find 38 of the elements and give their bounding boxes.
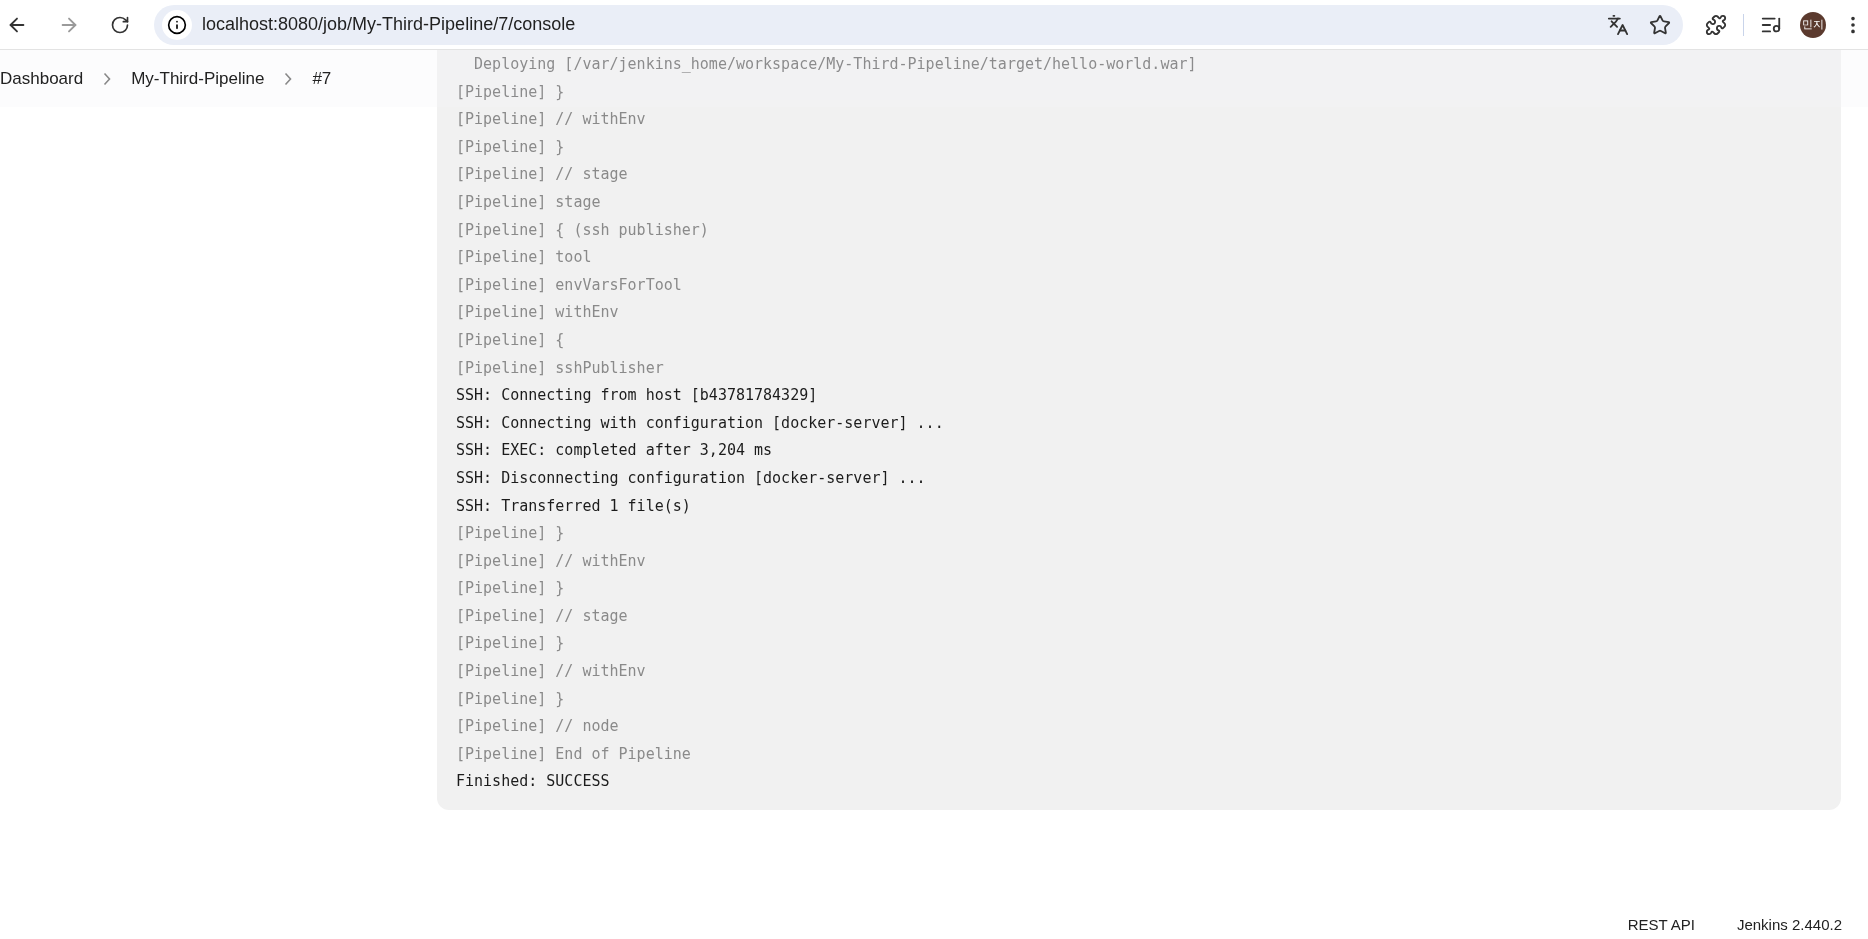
console-line: SSH: Disconnecting configuration [docker-server] ...	[456, 467, 927, 489]
console-line: [Pipeline] }	[456, 688, 566, 710]
address-bar[interactable]: localhost:8080/job/My-Third-Pipeline/7/console	[154, 4, 1684, 45]
console-line: SSH: Connecting with configuration [docker-server] ...	[456, 412, 945, 434]
breadcrumb-link[interactable]: Dashboard	[0, 68, 84, 89]
info-icon[interactable]	[162, 9, 192, 40]
console-line: SSH: Connecting from host [b43781784329]	[456, 385, 819, 407]
console-line: [Pipeline] // stage	[456, 164, 629, 186]
console-line: [Pipeline] }	[456, 578, 566, 600]
console-line: SSH: EXEC: completed after 3,204 ms	[456, 440, 774, 462]
console-line: [Pipeline] {	[456, 329, 566, 351]
console-line: [Pipeline] // withEnv	[456, 109, 647, 131]
console-line: Finished: SUCCESS	[456, 771, 611, 793]
console-line: [Pipeline] }	[456, 523, 566, 545]
console-line: [Pipeline] }	[456, 633, 566, 655]
console-line: [Pipeline] tool	[456, 247, 593, 269]
footer-link[interactable]: REST API	[1627, 916, 1695, 933]
console-line: Deploying [/var/jenkins_home/workspace/My-Third-Pipeline/target/hello-world.war]	[473, 54, 1198, 75]
console-line: [Pipeline] // stage	[456, 605, 629, 627]
console-line: [Pipeline] { (ssh publisher)	[456, 219, 710, 241]
reload-icon	[110, 14, 130, 35]
console-line: [Pipeline] withEnv	[456, 302, 620, 324]
console-line: [Pipeline] End of Pipeline	[456, 743, 692, 765]
console-line: [Pipeline] // node	[456, 716, 620, 738]
console-line: [Pipeline] }	[456, 136, 566, 158]
console-line: [Pipeline] }	[456, 81, 566, 103]
console-line: [Pipeline] stage	[456, 191, 602, 213]
profile-avatar[interactable]: 민지	[1800, 11, 1826, 38]
footer-link[interactable]: Jenkins 2.440.2	[1736, 916, 1842, 933]
console-line: [Pipeline] envVarsForTool	[456, 274, 683, 296]
console-line: [Pipeline] // withEnv	[456, 550, 647, 572]
breadcrumb-link[interactable]: My-Third-Pipeline	[131, 68, 265, 89]
breadcrumb-link[interactable]: #7	[312, 68, 332, 89]
console-line: [Pipeline] // withEnv	[456, 661, 647, 683]
chevron-icon	[103, 71, 112, 86]
console-line: [Pipeline] sshPublisher	[456, 357, 665, 379]
chevron-icon	[284, 71, 293, 86]
console-line: SSH: Transferred 1 file(s)	[456, 495, 692, 517]
